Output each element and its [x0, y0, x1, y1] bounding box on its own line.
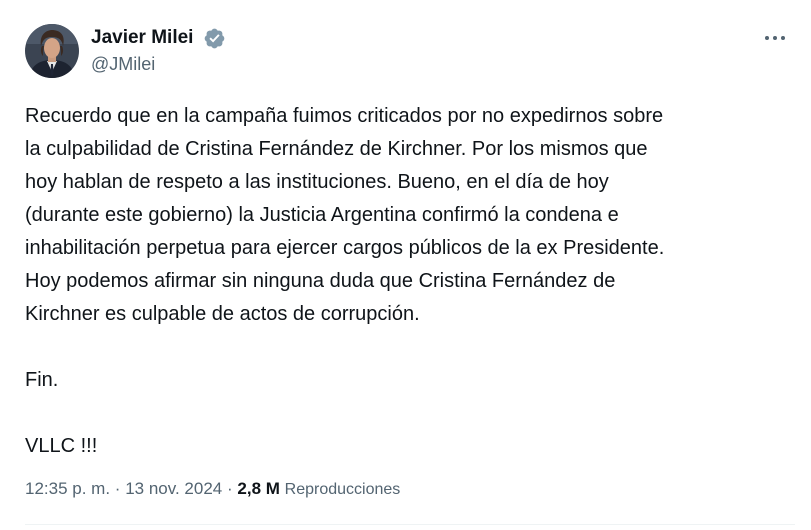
- tweet-text-line: hoy hablan de respeto a las institucione…: [25, 171, 609, 193]
- views-label: Reproducciones: [284, 481, 401, 498]
- divider: [25, 524, 795, 525]
- meta-separator: ·: [226, 479, 233, 498]
- tweet-text-line: la culpabilidad de Cristina Fernández de…: [25, 138, 648, 160]
- author-display-name[interactable]: Javier Milei: [91, 26, 193, 50]
- tweet-card: Javier Milei @JMilei Recuerdo que en la …: [0, 0, 811, 530]
- tweet-text-line: (durante este gobierno) la Justicia Arge…: [25, 204, 619, 226]
- tweet-text-line: Recuerdo que en la campaña fuimos critic…: [25, 105, 664, 127]
- views-count: 2,8 M: [237, 479, 280, 498]
- verified-badge-icon: [203, 27, 226, 50]
- avatar[interactable]: [25, 24, 79, 78]
- post-time[interactable]: 12:35 p. m.: [25, 479, 110, 498]
- author-handle[interactable]: @JMilei: [91, 53, 155, 75]
- tweet-text-line: Hoy podemos afirmar sin ninguna duda que…: [25, 270, 616, 292]
- tweet-text-line: inhabilitación perpetua para ejercer car…: [25, 237, 665, 259]
- tweet-closing-line: VLLC !!!: [25, 435, 98, 457]
- tweet-text-line: Kirchner es culpable de actos de corrupc…: [25, 303, 420, 325]
- tweet-closing-line: Fin.: [25, 369, 59, 391]
- post-date[interactable]: 13 nov. 2024: [125, 479, 222, 498]
- tweet-text: Recuerdo que en la campaña fuimos critic…: [25, 100, 795, 463]
- more-options-button[interactable]: [760, 26, 790, 50]
- tweet-metadata: 12:35 p. m. · 13 nov. 2024 · 2,8 M Repro…: [25, 477, 400, 502]
- more-options-icon: [765, 36, 785, 40]
- meta-separator: ·: [114, 479, 121, 498]
- avatar-image: [25, 24, 79, 78]
